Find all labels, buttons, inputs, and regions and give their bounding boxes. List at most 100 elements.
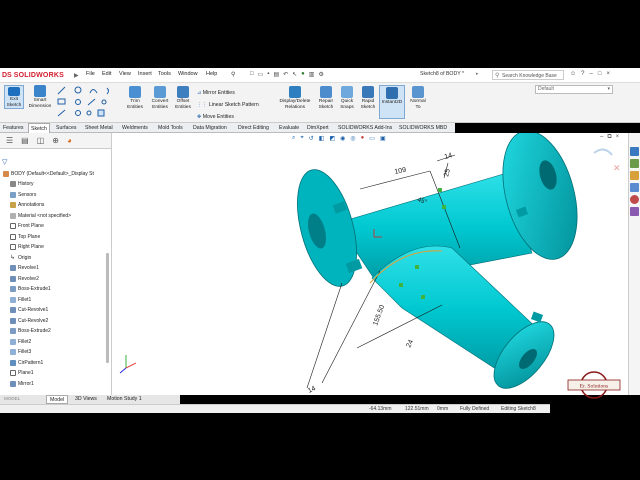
- tree-item[interactable]: Cut-Revolve2: [10, 317, 48, 324]
- tree-item[interactable]: Cut-Revolve1: [10, 307, 48, 313]
- tree-item[interactable]: Boss-Extrude1: [10, 286, 51, 292]
- tree-item[interactable]: Fillet2: [10, 338, 31, 345]
- tree-item[interactable]: Sensors: [10, 191, 36, 198]
- cancel-sketch-icon[interactable]: ✕: [613, 163, 621, 173]
- repair-sketch-button[interactable]: Repair Sketch: [316, 86, 336, 110]
- menu-file[interactable]: File: [86, 71, 95, 77]
- tree-item[interactable]: CirPattern1: [10, 359, 43, 366]
- restore-icon[interactable]: □: [598, 71, 602, 77]
- graphics-area[interactable]: ⌕ ⌖ ↺ ◧ ◩ ◉ ◎ ● ▭ ▣ – ⧉ × 109 14 25 45° …: [112, 133, 628, 395]
- tree-item[interactable]: Top Plane: [10, 233, 40, 240]
- menu-view[interactable]: View: [119, 71, 131, 77]
- select-icon[interactable]: ↖: [292, 71, 297, 78]
- dim-label-25[interactable]: 25: [443, 168, 452, 177]
- tree-item[interactable]: Boss-Extrude2: [10, 328, 51, 334]
- view-palette-icon[interactable]: [630, 183, 639, 192]
- dim-label-24[interactable]: 24: [405, 339, 415, 349]
- tree-scrollbar[interactable]: [106, 253, 109, 363]
- tree-root[interactable]: BODY (Default<<Default>_Display St: [3, 171, 94, 177]
- rapid-sketch-button[interactable]: Rapid Sketch: [358, 86, 378, 110]
- open-file-icon[interactable]: ▭: [258, 71, 264, 78]
- menu-tools[interactable]: Tools: [158, 71, 171, 77]
- tree-item[interactable]: Front Plane: [10, 223, 44, 229]
- tab-sheet-metal[interactable]: Sheet Metal: [83, 123, 115, 133]
- configuration-dropdown[interactable]: Default ▾: [535, 85, 613, 94]
- relation-marker[interactable]: [442, 205, 446, 209]
- tree-item[interactable]: Mirror1: [10, 380, 34, 387]
- arrow-icon[interactable]: ▶: [74, 72, 81, 79]
- convert-entities-button[interactable]: Convert Entities: [148, 86, 172, 110]
- user-icon[interactable]: ☺: [570, 71, 576, 77]
- tab-evaluate[interactable]: Evaluate: [277, 123, 301, 133]
- feature-manager-tab-icon[interactable]: ☰: [6, 136, 13, 145]
- linear-pattern-button[interactable]: ⋮⋮ Linear Sketch Pattern: [197, 99, 259, 111]
- tree-item[interactable]: Revolve1: [10, 265, 39, 271]
- tree-item[interactable]: Fillet1: [10, 296, 31, 303]
- tab-addins[interactable]: SOLIDWORKS Add-Ins: [336, 123, 394, 133]
- tab-motion-study[interactable]: Motion Study 1: [104, 395, 145, 404]
- menu-insert[interactable]: Insert: [138, 71, 152, 77]
- move-entities-button[interactable]: ✥ Move Entities: [197, 111, 259, 123]
- tree-item[interactable]: Material <not specified>: [10, 212, 71, 219]
- mirror-entities-button[interactable]: ⊿ Mirror Entities: [197, 87, 259, 99]
- dimxpert-manager-icon[interactable]: ⊕: [52, 136, 59, 145]
- help-icon[interactable]: ?: [581, 71, 584, 77]
- relation-marker[interactable]: [421, 295, 425, 299]
- property-manager-icon[interactable]: ▤: [21, 136, 29, 145]
- tab-sketch[interactable]: Sketch: [28, 123, 50, 133]
- rebuild-icon[interactable]: ●: [301, 71, 305, 78]
- dim-label-109[interactable]: 109: [394, 167, 407, 176]
- tree-item[interactable]: History: [10, 181, 34, 187]
- tree-item[interactable]: Annotations: [10, 202, 44, 208]
- exit-sketch-button[interactable]: Exit Sketch: [4, 85, 24, 109]
- tab-surfaces[interactable]: Surfaces: [54, 123, 78, 133]
- options-icon[interactable]: ⚙: [318, 71, 323, 78]
- offset-entities-button[interactable]: Offset Entities: [172, 86, 194, 110]
- trim-entities-button[interactable]: Trim Entities: [124, 86, 146, 110]
- design-library-icon[interactable]: [630, 159, 639, 168]
- help-arrow-icon[interactable]: ▸: [476, 71, 479, 77]
- quick-snaps-button[interactable]: Quick Snaps: [338, 86, 356, 110]
- model-view[interactable]: 109 14 25 45° 155.50 24 14 ✕: [112, 133, 628, 395]
- tab-data-migration[interactable]: Data Migration: [191, 123, 229, 133]
- print-icon[interactable]: ▤: [273, 71, 279, 78]
- tree-item[interactable]: Fillet3: [10, 349, 31, 355]
- dim-label-14-top[interactable]: 14: [444, 152, 453, 161]
- new-file-icon[interactable]: □: [250, 71, 254, 78]
- confirmation-corner[interactable]: ✕: [593, 148, 621, 173]
- normal-to-button[interactable]: Normal To: [408, 86, 428, 110]
- filter-icon[interactable]: ▽: [2, 158, 7, 166]
- menu-help[interactable]: Help: [206, 71, 217, 77]
- file-explorer-icon[interactable]: [630, 171, 639, 180]
- file-properties-icon[interactable]: ▥: [309, 71, 315, 78]
- tab-mbd[interactable]: SOLIDWORKS MBD: [397, 123, 449, 133]
- tab-mold-tools[interactable]: Mold Tools: [156, 123, 185, 133]
- tab-features[interactable]: Features: [1, 123, 25, 133]
- menu-window[interactable]: Window: [178, 71, 198, 77]
- pin-icon[interactable]: ⚲: [231, 71, 235, 78]
- tree-item[interactable]: ↳ Origin: [10, 255, 31, 261]
- save-icon[interactable]: ▪: [267, 71, 269, 78]
- display-manager-icon[interactable]: ◕: [67, 136, 72, 145]
- sketch-tools-icons[interactable]: [57, 86, 121, 120]
- minimize-icon[interactable]: –: [589, 71, 592, 77]
- tree-item[interactable]: Revolve2: [10, 275, 39, 282]
- smart-dimension-button[interactable]: Smart Dimension: [28, 85, 52, 109]
- search-box[interactable]: ⚲ Search Knowledge Base: [492, 70, 564, 80]
- search-input[interactable]: Search Knowledge Base: [502, 73, 557, 79]
- tree-item[interactable]: Plane1: [10, 370, 34, 376]
- relation-marker[interactable]: [399, 283, 403, 287]
- tab-model[interactable]: Model: [46, 395, 69, 404]
- dim-label-155[interactable]: 155.50: [372, 304, 386, 327]
- confirm-sketch-icon[interactable]: [593, 148, 613, 156]
- configuration-manager-icon[interactable]: ◫: [37, 136, 45, 145]
- display-delete-relations-button[interactable]: Display/Delete Relations: [276, 86, 314, 110]
- valve-body[interactable]: [286, 133, 590, 395]
- tree-item[interactable]: Right Plane: [10, 244, 44, 250]
- custom-properties-icon[interactable]: [630, 207, 639, 216]
- instant2d-button[interactable]: Instant2D: [379, 85, 405, 119]
- relation-marker[interactable]: [438, 188, 442, 192]
- tab-weldments[interactable]: Weldments: [120, 123, 150, 133]
- undo-icon[interactable]: ↶: [283, 71, 288, 78]
- relation-marker[interactable]: [415, 265, 419, 269]
